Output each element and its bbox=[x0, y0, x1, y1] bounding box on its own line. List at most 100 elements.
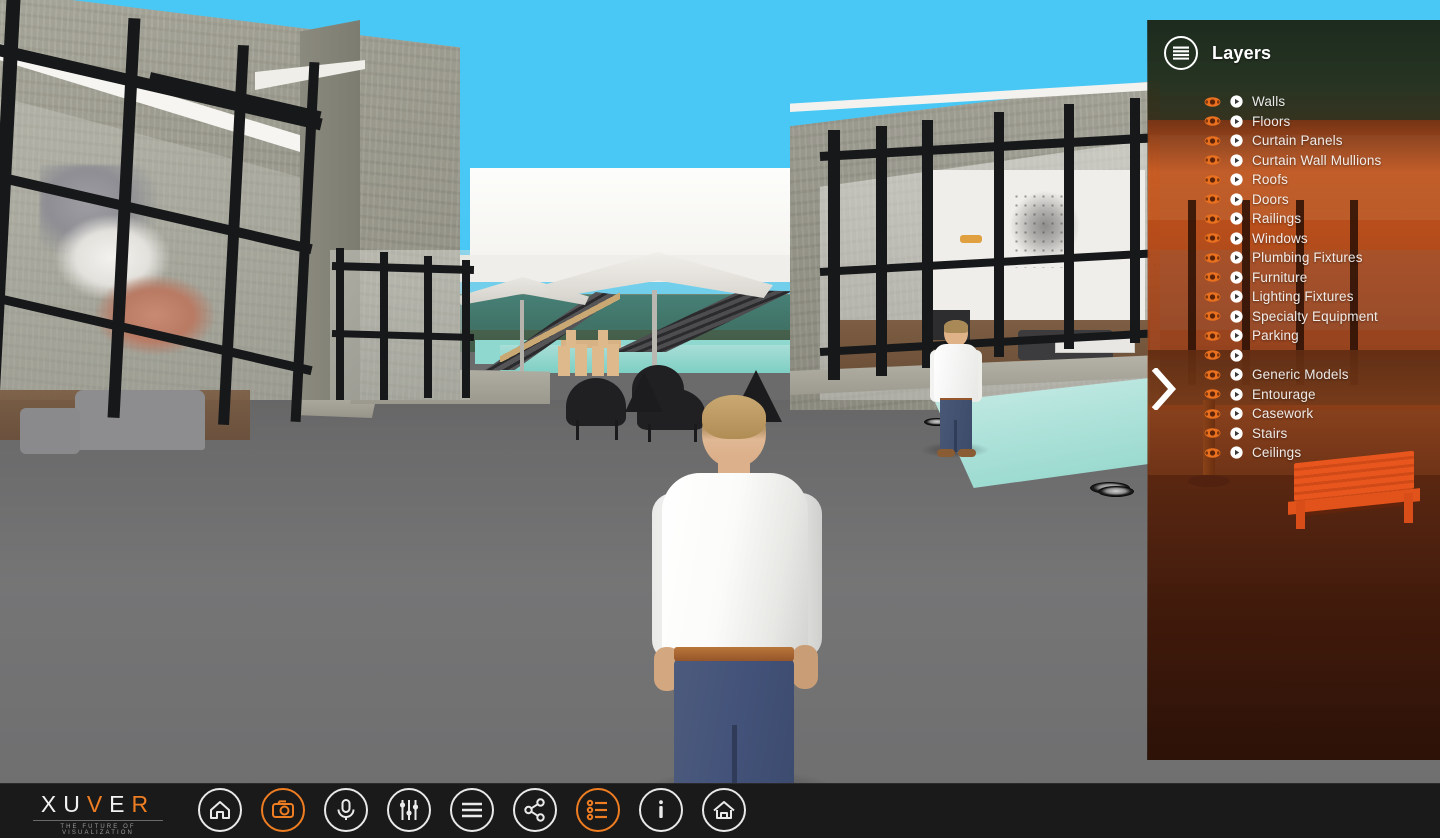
share-button[interactable] bbox=[513, 788, 557, 832]
eye-icon[interactable] bbox=[1204, 291, 1221, 303]
curtain-wall-mullion bbox=[380, 252, 388, 400]
dining-chair bbox=[607, 344, 619, 376]
layer-row[interactable]: Stairs bbox=[1204, 424, 1440, 444]
layer-row[interactable]: Furniture bbox=[1204, 268, 1440, 288]
layer-label: Specialty Equipment bbox=[1252, 308, 1378, 324]
eye-icon[interactable] bbox=[1204, 252, 1221, 264]
settings-sliders-button[interactable] bbox=[387, 788, 431, 832]
play-circle-icon[interactable] bbox=[1230, 251, 1243, 264]
layer-row[interactable]: Casework bbox=[1204, 404, 1440, 424]
eye-icon[interactable] bbox=[1204, 310, 1221, 322]
layer-label: Entourage bbox=[1252, 386, 1316, 402]
play-circle-icon[interactable] bbox=[1230, 407, 1243, 420]
layer-row[interactable] bbox=[1204, 346, 1440, 366]
layer-label: Parking bbox=[1252, 328, 1299, 344]
layer-label: Ceilings bbox=[1252, 445, 1302, 461]
eye-icon[interactable] bbox=[1204, 408, 1221, 420]
dining-chair bbox=[592, 346, 604, 376]
play-circle-icon[interactable] bbox=[1230, 95, 1243, 108]
play-circle-icon[interactable] bbox=[1230, 368, 1243, 381]
play-circle-icon[interactable] bbox=[1230, 290, 1243, 303]
menu-button[interactable] bbox=[450, 788, 494, 832]
microphone-icon bbox=[337, 799, 355, 820]
patio-umbrella-small-pole bbox=[520, 300, 524, 382]
hamburger-menu-icon bbox=[462, 802, 482, 818]
eye-icon[interactable] bbox=[1204, 193, 1221, 205]
eye-icon[interactable] bbox=[1204, 427, 1221, 439]
layer-row[interactable]: Specialty Equipment bbox=[1204, 307, 1440, 327]
layer-row[interactable]: Plumbing Fixtures bbox=[1204, 248, 1440, 268]
play-circle-icon[interactable] bbox=[1230, 232, 1243, 245]
eye-icon[interactable] bbox=[1204, 213, 1221, 225]
player-avatar[interactable] bbox=[640, 395, 830, 783]
layer-row[interactable]: Curtain Wall Mullions bbox=[1204, 151, 1440, 171]
avatar-hair bbox=[944, 320, 968, 333]
play-circle-icon[interactable] bbox=[1230, 173, 1243, 186]
layer-row[interactable]: Walls bbox=[1204, 92, 1440, 112]
avatar-shoe-right bbox=[958, 449, 976, 457]
play-circle-icon[interactable] bbox=[1230, 310, 1243, 323]
play-circle-icon[interactable] bbox=[1230, 193, 1243, 206]
ground-light bbox=[1098, 486, 1134, 497]
home-button[interactable] bbox=[198, 788, 242, 832]
layer-row[interactable]: Windows bbox=[1204, 229, 1440, 249]
eye-icon[interactable] bbox=[1204, 369, 1221, 381]
info-button[interactable] bbox=[639, 788, 683, 832]
play-circle-icon[interactable] bbox=[1230, 349, 1243, 362]
curtain-wall-mullion bbox=[828, 130, 840, 380]
screenshot-button[interactable] bbox=[261, 788, 305, 832]
layer-label: Plumbing Fixtures bbox=[1252, 250, 1363, 266]
eye-icon[interactable] bbox=[1204, 135, 1221, 147]
sliders-icon bbox=[399, 800, 419, 820]
play-circle-icon[interactable] bbox=[1230, 212, 1243, 225]
layer-row[interactable]: Lighting Fixtures bbox=[1204, 287, 1440, 307]
layers-panel[interactable]: Layers Walls Floors Curtain Panels Curtain … bbox=[1147, 20, 1440, 760]
eye-icon[interactable] bbox=[1204, 115, 1221, 127]
layer-row[interactable]: Parking bbox=[1204, 326, 1440, 346]
logo-divider bbox=[33, 820, 163, 821]
toolbar-buttons[interactable] bbox=[198, 788, 746, 832]
eye-icon[interactable] bbox=[1204, 330, 1221, 342]
eye-icon[interactable] bbox=[1204, 388, 1221, 400]
eye-icon[interactable] bbox=[1204, 271, 1221, 283]
layers-icon bbox=[1164, 36, 1198, 70]
play-circle-icon[interactable] bbox=[1230, 446, 1243, 459]
play-circle-icon[interactable] bbox=[1230, 134, 1243, 147]
play-circle-icon[interactable] bbox=[1230, 271, 1243, 284]
play-circle-icon[interactable] bbox=[1230, 115, 1243, 128]
panel-collapse-toggle[interactable] bbox=[1143, 358, 1185, 420]
layer-list[interactable]: Walls Floors Curtain Panels Curtain Wall Mu… bbox=[1148, 92, 1440, 463]
layers-button[interactable] bbox=[576, 788, 620, 832]
avatar-hair bbox=[702, 395, 766, 439]
eye-icon[interactable] bbox=[1204, 174, 1221, 186]
logo-letter: R bbox=[131, 791, 156, 817]
layer-row[interactable]: Floors bbox=[1204, 112, 1440, 132]
logo-letter: X bbox=[40, 791, 64, 817]
layer-row[interactable]: Doors bbox=[1204, 190, 1440, 210]
dining-chair-back bbox=[566, 330, 576, 348]
logo-letter: V bbox=[86, 791, 110, 817]
microphone-button[interactable] bbox=[324, 788, 368, 832]
eye-icon[interactable] bbox=[1204, 96, 1221, 108]
layer-label: Casework bbox=[1252, 406, 1314, 422]
layer-row[interactable]: Roofs bbox=[1204, 170, 1440, 190]
model-view-button[interactable] bbox=[702, 788, 746, 832]
play-circle-icon[interactable] bbox=[1230, 329, 1243, 342]
layer-row[interactable]: Entourage bbox=[1204, 385, 1440, 405]
layer-row[interactable]: Ceilings bbox=[1204, 443, 1440, 463]
layer-row[interactable]: Generic Models bbox=[1204, 365, 1440, 385]
layer-row[interactable]: Railings bbox=[1204, 209, 1440, 229]
layer-row[interactable]: Curtain Panels bbox=[1204, 131, 1440, 151]
eye-icon[interactable] bbox=[1204, 154, 1221, 166]
eye-icon[interactable] bbox=[1204, 349, 1221, 361]
logo-letter: U bbox=[63, 791, 87, 817]
play-circle-icon[interactable] bbox=[1230, 427, 1243, 440]
eye-icon[interactable] bbox=[1204, 447, 1221, 459]
eye-icon[interactable] bbox=[1204, 232, 1221, 244]
play-circle-icon[interactable] bbox=[1230, 154, 1243, 167]
play-circle-icon[interactable] bbox=[1230, 388, 1243, 401]
layer-label: Curtain Panels bbox=[1252, 133, 1343, 149]
layer-label: Doors bbox=[1252, 191, 1289, 207]
avatar-hand-right bbox=[792, 645, 818, 689]
secondary-avatar[interactable] bbox=[928, 320, 984, 460]
